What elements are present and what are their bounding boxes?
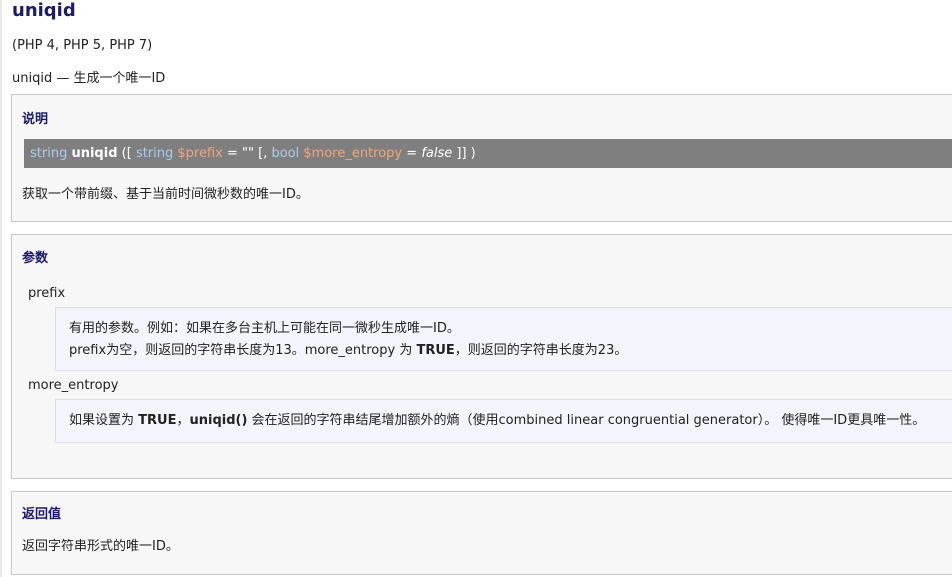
prefix-desc-line2: prefix为空，则返回的字符串长度为13。more_entropy 为 TRU…	[69, 340, 952, 362]
php-versions: (PHP 4, PHP 5, PHP 7)	[12, 38, 153, 53]
text: ，	[176, 413, 190, 428]
param-desc-more-entropy: 如果设置为 TRUE，uniqid() 会在返回的字符串结尾增加额外的熵（使用c…	[55, 399, 952, 443]
param1-name: $prefix	[177, 146, 223, 161]
text: prefix为空，则返回的字符串长度为13。more_entropy 为	[69, 343, 417, 358]
function-link[interactable]: uniqid()	[189, 413, 247, 428]
constant-true: TRUE	[416, 343, 455, 358]
returns-heading: 返回值	[22, 507, 62, 522]
description-heading: 说明	[22, 112, 49, 127]
returns-text: 返回字符串形式的唯一ID。	[22, 539, 179, 554]
constant-true: TRUE	[138, 413, 177, 428]
return-type: string	[30, 146, 68, 161]
returns-section: 返回值 返回字符串形式的唯一ID。	[11, 491, 952, 575]
description-text: 获取一个带前缀、基于当前时间微秒数的唯一ID。	[22, 187, 309, 202]
parameters-heading: 参数	[22, 251, 49, 266]
param-term-more-entropy: more_entropy	[28, 378, 119, 393]
parameters-section: 参数 prefix 有用的参数。例如：如果在多台主机上可能在同一微秒生成唯一ID…	[11, 234, 952, 479]
left-border	[0, 0, 2, 577]
sig-close: ]] )	[452, 146, 476, 161]
param2-type: bool	[271, 146, 300, 161]
text: 会在返回的字符串结尾增加额外的熵（使用combined linear congr…	[247, 413, 926, 428]
sig-open: ([	[117, 146, 136, 161]
param1-type: string	[135, 146, 174, 161]
param-term-prefix: prefix	[28, 286, 66, 301]
prefix-desc-line1: 有用的参数。例如：如果在多台主机上可能在同一微秒生成唯一ID。	[69, 321, 460, 336]
param1-default: = "" [,	[222, 146, 272, 161]
text: ，则返回的字符串长度为23。	[454, 343, 628, 358]
method-signature: string uniqid ([ string $prefix = "" [, …	[24, 139, 952, 168]
function-name: uniqid	[71, 146, 118, 161]
param2-default: false	[421, 146, 453, 161]
refname: uniqid — 生成一个唯一ID	[12, 71, 166, 86]
text: 如果设置为	[69, 413, 139, 428]
param-desc-prefix: 有用的参数。例如：如果在多台主机上可能在同一微秒生成唯一ID。 prefix为空…	[55, 307, 952, 371]
page-title: uniqid	[12, 0, 76, 21]
param2-name: $more_entropy	[303, 146, 403, 161]
sig-eq: =	[402, 146, 422, 161]
description-section: 说明 string uniqid ([ string $prefix = "" …	[11, 94, 952, 222]
